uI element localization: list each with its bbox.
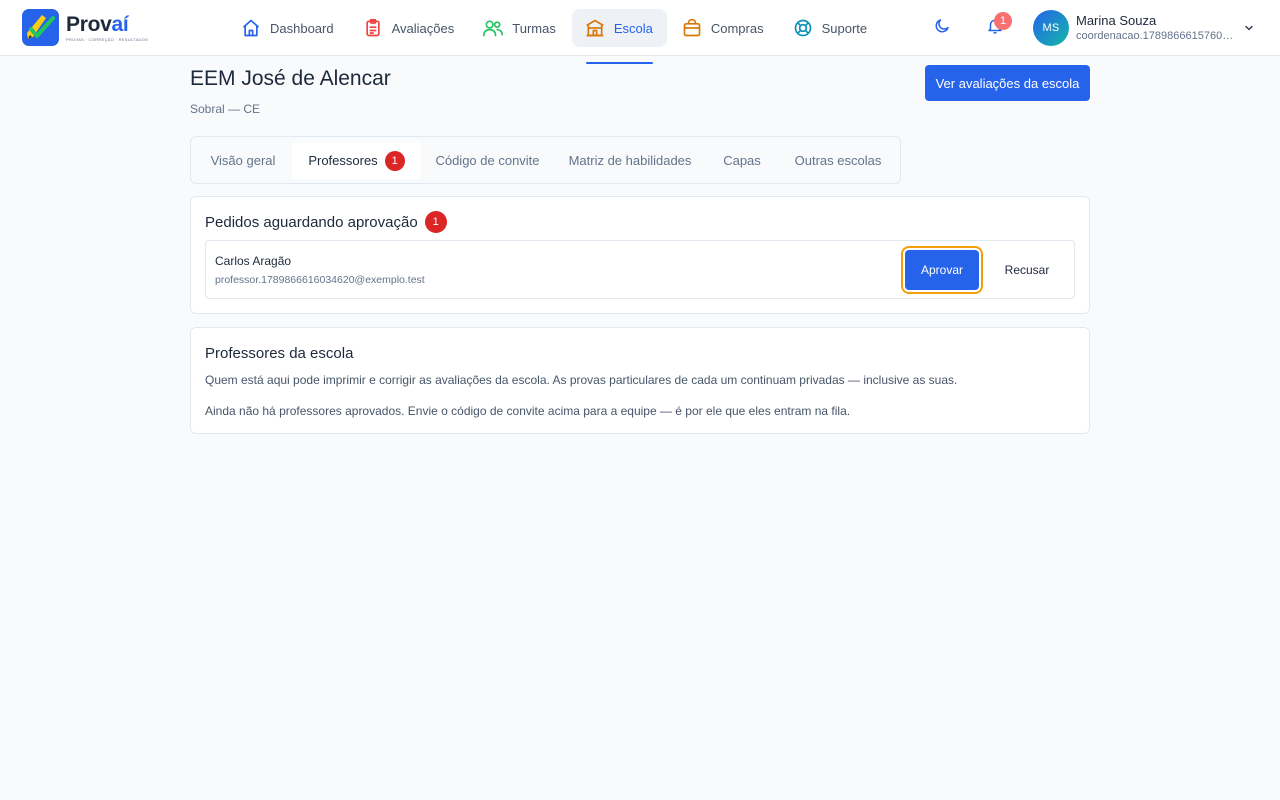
tab-label: Visão geral — [210, 153, 276, 168]
moon-icon — [933, 17, 951, 40]
request-teacher-email: professor.1789866616034620@exemplo.test — [215, 274, 425, 286]
tab-outras-escolas[interactable]: Outras escolas — [779, 142, 897, 179]
nav-label: Dashboard — [270, 20, 334, 36]
brand-logo[interactable]: Provaí PROVAS · CORREÇÃO · RESULTADOS — [22, 9, 148, 46]
theme-toggle-button[interactable] — [931, 17, 953, 39]
logo-checkmark-icon — [22, 9, 59, 46]
tab-label: Professores — [308, 153, 378, 168]
tab-label: Código de convite — [435, 153, 540, 168]
page-title: EEM José de Alencar — [190, 67, 391, 90]
nav-item-suporte[interactable]: Suporte — [780, 9, 882, 47]
user-menu[interactable]: MS Marina Souza coordenacao.178986661576… — [1033, 10, 1234, 46]
school-teachers-description: Quem está aqui pode imprimir e corrigir … — [205, 373, 958, 387]
nav-label: Compras — [710, 20, 764, 36]
school-tabs: Visão geral Professores 1 Código de conv… — [190, 136, 901, 184]
chevron-down-icon[interactable] — [1241, 20, 1257, 36]
home-icon — [240, 17, 262, 39]
users-icon — [482, 17, 504, 39]
tab-label: Capas — [723, 153, 761, 168]
tab-label: Matriz de habilidades — [568, 153, 692, 168]
top-navigation-bar: Provaí PROVAS · CORREÇÃO · RESULTADOS Da… — [0, 0, 1280, 64]
view-school-evaluations-button[interactable]: Ver avaliações da escola — [925, 65, 1090, 101]
empty-state-message: Ainda não há professores aprovados. Envi… — [205, 404, 851, 418]
bag-icon — [681, 17, 703, 39]
school-teachers-title: Professores da escola — [205, 345, 354, 362]
list-item: Carlos Aragão professor.1789866616034620… — [205, 240, 1075, 299]
tab-professores[interactable]: Professores 1 — [292, 142, 421, 179]
user-name: Marina Souza — [1076, 13, 1157, 28]
tab-capas[interactable]: Capas — [711, 142, 773, 179]
lifebuoy-icon — [792, 17, 814, 39]
brand-tagline: PROVAS · CORREÇÃO · RESULTADOS — [66, 36, 149, 42]
school-location: Sobral — CE — [190, 102, 261, 116]
pending-requests-title: Pedidos aguardando aprovação 1 — [205, 211, 447, 233]
tab-codigo-de-convite[interactable]: Código de convite — [425, 142, 550, 179]
tab-label: Outras escolas — [794, 153, 882, 168]
pending-count-badge: 1 — [424, 211, 447, 233]
request-teacher-name: Carlos Aragão — [215, 254, 292, 268]
user-email: coordenacao.1789866615760@exemplo.test — [1076, 30, 1234, 42]
school-icon — [584, 17, 606, 39]
nav-item-escola[interactable]: Escola — [571, 9, 667, 64]
nav-item-compras[interactable]: Compras — [669, 9, 778, 47]
tab-matriz-de-habilidades[interactable]: Matriz de habilidades — [555, 142, 705, 179]
nav-label: Turmas — [512, 20, 556, 36]
nav-label: Escola — [613, 20, 653, 36]
reject-button[interactable]: Recusar — [989, 250, 1065, 290]
clipboard-icon — [362, 17, 384, 39]
main-nav: Dashboard Avaliações Turmas Escola Compr… — [228, 9, 883, 64]
avatar: MS — [1033, 10, 1069, 46]
school-teachers-card: Professores da escola Quem está aqui pod… — [190, 327, 1090, 434]
tab-count-badge: 1 — [384, 150, 405, 171]
pending-requests-card: Pedidos aguardando aprovação 1 Carlos Ar… — [190, 196, 1090, 314]
nav-item-dashboard[interactable]: Dashboard — [228, 9, 348, 47]
notification-count-badge: 1 — [994, 12, 1012, 30]
nav-label: Suporte — [821, 20, 868, 36]
tab-visao-geral[interactable]: Visão geral — [197, 142, 289, 179]
nav-item-avaliacoes[interactable]: Avaliações — [350, 9, 469, 47]
brand-name: Provaí — [66, 12, 129, 36]
approve-button[interactable]: Aprovar — [905, 250, 979, 290]
nav-label: Avaliações — [391, 20, 455, 36]
nav-item-turmas[interactable]: Turmas — [470, 9, 570, 47]
